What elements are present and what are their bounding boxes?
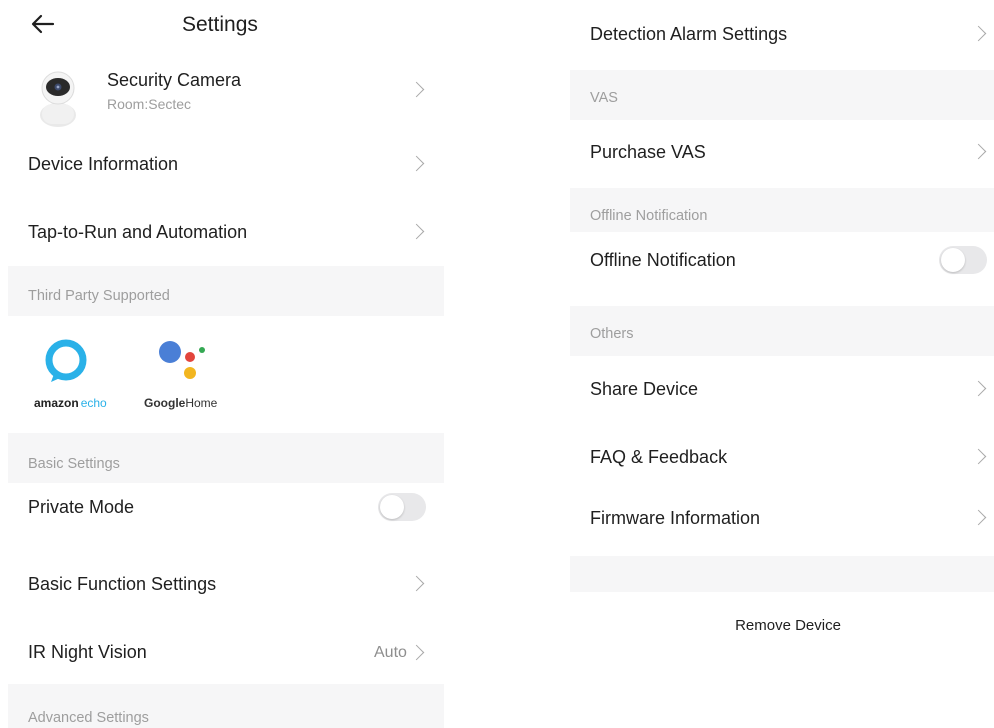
device-name: Security Camera: [107, 70, 242, 90]
alexa-label: amazon echo: [34, 396, 107, 410]
remove-device-label: Remove Device: [735, 617, 841, 634]
chevron-right-icon: [408, 223, 425, 240]
private-mode-toggle[interactable]: [378, 493, 426, 521]
faq-feedback-row[interactable]: FAQ & Feedback: [570, 433, 994, 479]
ir-night-vision-label: IR Night Vision: [28, 642, 147, 662]
section-label: Basic Settings: [28, 456, 120, 472]
private-mode-label: Private Mode: [28, 497, 135, 517]
settings-right-panel: Detection Alarm Settings VAS Purchase VA…: [570, 0, 994, 728]
google-assistant-icon: [159, 341, 205, 379]
chevron-right-icon: [970, 380, 987, 397]
chevron-right-icon: [970, 143, 987, 160]
purchase-vas-label: Purchase VAS: [590, 142, 706, 162]
camera-thumbnail: [36, 68, 80, 128]
chevron-right-icon: [408, 155, 425, 172]
share-device-row[interactable]: Share Device: [570, 365, 994, 411]
alexa-integration[interactable]: amazon echo: [30, 338, 110, 414]
alexa-label-bold: amazon: [34, 396, 79, 410]
google-label-light: Home: [185, 396, 218, 410]
page-title: Settings: [182, 13, 258, 36]
section-label: Advanced Settings: [28, 710, 149, 726]
offline-notification-section-header: Offline Notification: [570, 188, 994, 232]
ir-night-vision-row[interactable]: IR Night Vision Auto: [8, 630, 444, 676]
google-home-label: GoogleHome: [144, 396, 217, 410]
private-mode-row: Private Mode: [8, 484, 444, 532]
purchase-vas-row[interactable]: Purchase VAS: [570, 128, 994, 174]
back-button[interactable]: [30, 12, 56, 36]
firmware-information-label: Firmware Information: [590, 508, 761, 528]
others-section-header: Others: [570, 306, 994, 356]
chevron-right-icon: [970, 25, 987, 42]
section-label: VAS: [590, 90, 618, 106]
chevron-right-icon: [970, 448, 987, 465]
share-device-label: Share Device: [590, 379, 699, 399]
detection-alarm-label: Detection Alarm Settings: [590, 24, 788, 44]
device-card[interactable]: Security Camera Room:Sectec: [8, 62, 444, 132]
section-label: Others: [590, 326, 634, 342]
section-label: Offline Notification: [590, 208, 708, 224]
tap-to-run-row[interactable]: Tap-to-Run and Automation: [8, 210, 444, 256]
chevron-right-icon: [408, 644, 425, 661]
footer-spacer: [570, 556, 994, 592]
firmware-information-row[interactable]: Firmware Information: [570, 494, 994, 540]
basic-function-settings-row[interactable]: Basic Function Settings: [8, 562, 444, 608]
device-information-row[interactable]: Device Information: [8, 142, 444, 188]
security-camera-icon: [40, 71, 76, 127]
advanced-settings-section-header: Advanced Settings: [8, 684, 444, 728]
tap-to-run-label: Tap-to-Run and Automation: [28, 222, 248, 242]
offline-notification-row: Offline Notification: [570, 236, 994, 284]
alexa-label-light: echo: [80, 396, 107, 410]
chevron-right-icon: [408, 575, 425, 592]
device-room: Room:Sectec: [107, 96, 192, 112]
remove-device-button[interactable]: Remove Device: [570, 610, 994, 642]
settings-left-panel: Settings Security Camera Room:Sectec Dev…: [8, 0, 444, 728]
toggle-knob: [941, 248, 965, 272]
basic-function-settings-label: Basic Function Settings: [28, 574, 217, 594]
vas-section-header: VAS: [570, 70, 994, 120]
offline-notification-toggle[interactable]: [939, 246, 987, 274]
section-label: Third Party Supported: [28, 288, 170, 304]
arrow-left-icon: [31, 14, 55, 34]
ir-night-vision-value: Auto: [374, 644, 407, 661]
chevron-right-icon: [408, 81, 425, 98]
google-label-bold: Google: [144, 396, 186, 410]
detection-alarm-row[interactable]: Detection Alarm Settings: [570, 10, 994, 56]
device-information-label: Device Information: [28, 154, 179, 174]
faq-feedback-label: FAQ & Feedback: [590, 447, 728, 467]
offline-notification-label: Offline Notification: [590, 250, 736, 270]
third-party-section-header: Third Party Supported: [8, 266, 444, 316]
alexa-ring-icon: [45, 339, 87, 382]
chevron-right-icon: [970, 509, 987, 526]
google-home-integration[interactable]: GoogleHome: [144, 338, 228, 414]
toggle-knob: [380, 495, 404, 519]
basic-settings-section-header: Basic Settings: [8, 433, 444, 483]
